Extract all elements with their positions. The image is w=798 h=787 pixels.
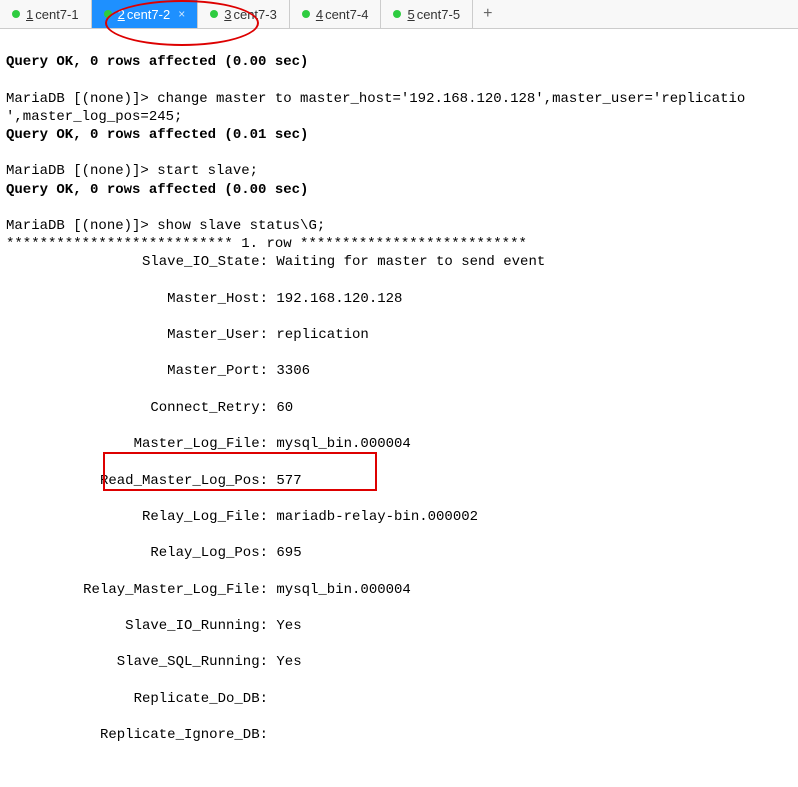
query-ok-line: Query OK, 0 rows affected (0.01 sec)	[6, 127, 308, 143]
status-key: Master_User:	[6, 326, 268, 344]
status-value: 192.168.120.128	[268, 291, 402, 307]
tab-number: 2	[118, 7, 125, 22]
status-key: Read_Master_Log_Pos:	[6, 472, 268, 490]
command: start slave;	[157, 163, 258, 179]
status-dot-icon	[210, 10, 218, 18]
command-cont: ',master_log_pos=245;	[6, 109, 182, 125]
status-row: Master_Log_File: mysql_bin.000004	[6, 435, 792, 453]
command: change master to master_host='192.168.12…	[157, 91, 745, 107]
query-ok-line: Query OK, 0 rows affected (0.00 sec)	[6, 54, 308, 70]
status-key: Master_Log_File:	[6, 435, 268, 453]
prompt: MariaDB [(none)]>	[6, 218, 157, 234]
tab-label: cent7-5	[417, 7, 460, 22]
terminal-output[interactable]: Query OK, 0 rows affected (0.00 sec) Mar…	[0, 29, 798, 787]
status-value: 577	[268, 473, 302, 489]
status-dot-icon	[393, 10, 401, 18]
status-row: Connect_Retry: 60	[6, 399, 792, 417]
status-key: Replicate_Ignore_DB:	[6, 726, 268, 744]
status-key: Master_Port:	[6, 362, 268, 380]
status-key: Relay_Master_Log_File:	[6, 581, 268, 599]
tab-number: 5	[407, 7, 414, 22]
status-dot-icon	[104, 10, 112, 18]
status-key: Master_Host:	[6, 290, 268, 308]
tab-number: 1	[26, 7, 33, 22]
status-row: Relay_Master_Log_File: mysql_bin.000004	[6, 581, 792, 599]
status-row: Read_Master_Log_Pos: 577	[6, 472, 792, 490]
add-tab-button[interactable]: +	[473, 5, 502, 23]
tab-label: cent7-2	[127, 7, 170, 22]
close-icon[interactable]: ×	[178, 7, 185, 21]
tab-cent7-1[interactable]: 1 cent7-1	[0, 0, 92, 28]
status-row: Replicate_Ignore_DB:	[6, 726, 792, 744]
status-value: 3306	[268, 363, 310, 379]
status-value: mysql_bin.000004	[268, 436, 411, 452]
status-row: Master_Port: 3306	[6, 362, 792, 380]
tab-bar: 1 cent7-1 2 cent7-2 × 3 cent7-3 4 cent7-…	[0, 0, 798, 29]
terminal-line: MariaDB [(none)]> change master to maste…	[6, 91, 745, 107]
status-row: Relay_Log_File: mariadb-relay-bin.000002	[6, 508, 792, 526]
row-divider: *************************** 1. row *****…	[6, 236, 527, 252]
tab-label: cent7-3	[233, 7, 276, 22]
terminal-line: MariaDB [(none)]> start slave;	[6, 163, 258, 179]
status-dot-icon	[302, 10, 310, 18]
status-key: Slave_IO_State:	[6, 253, 268, 271]
terminal-line: MariaDB [(none)]> show slave status\G;	[6, 218, 325, 234]
status-key: Slave_IO_Running:	[6, 617, 268, 635]
command: show slave status\G;	[157, 218, 325, 234]
tab-number: 4	[316, 7, 323, 22]
tab-label: cent7-1	[35, 7, 78, 22]
status-value: Waiting for master to send event	[268, 254, 545, 270]
prompt: MariaDB [(none)]>	[6, 163, 157, 179]
status-row: Slave_IO_State: Waiting for master to se…	[6, 253, 792, 271]
query-ok-line: Query OK, 0 rows affected (0.00 sec)	[6, 182, 308, 198]
status-value: replication	[268, 327, 369, 343]
status-key: Relay_Log_Pos:	[6, 544, 268, 562]
status-value: Yes	[268, 618, 302, 634]
tab-number: 3	[224, 7, 231, 22]
status-key: Relay_Log_File:	[6, 508, 268, 526]
tab-cent7-5[interactable]: 5 cent7-5	[381, 0, 473, 28]
status-value: 695	[268, 545, 302, 561]
status-row: Master_Host: 192.168.120.128	[6, 290, 792, 308]
status-value: mariadb-relay-bin.000002	[268, 509, 478, 525]
status-row: Slave_IO_Running: Yes	[6, 617, 792, 635]
status-value: mysql_bin.000004	[268, 582, 411, 598]
status-row: Replicate_Do_DB:	[6, 690, 792, 708]
tab-cent7-2[interactable]: 2 cent7-2 ×	[92, 0, 199, 28]
status-row: Master_User: replication	[6, 326, 792, 344]
tab-cent7-3[interactable]: 3 cent7-3	[198, 0, 290, 28]
prompt: MariaDB [(none)]>	[6, 91, 157, 107]
status-key: Slave_SQL_Running:	[6, 653, 268, 671]
status-value: 60	[268, 400, 293, 416]
status-key: Connect_Retry:	[6, 399, 268, 417]
tab-label: cent7-4	[325, 7, 368, 22]
status-row: Relay_Log_Pos: 695	[6, 544, 792, 562]
status-value: Yes	[268, 654, 302, 670]
status-key: Replicate_Do_DB:	[6, 690, 268, 708]
status-dot-icon	[12, 10, 20, 18]
tab-cent7-4[interactable]: 4 cent7-4	[290, 0, 382, 28]
status-row: Slave_SQL_Running: Yes	[6, 653, 792, 671]
